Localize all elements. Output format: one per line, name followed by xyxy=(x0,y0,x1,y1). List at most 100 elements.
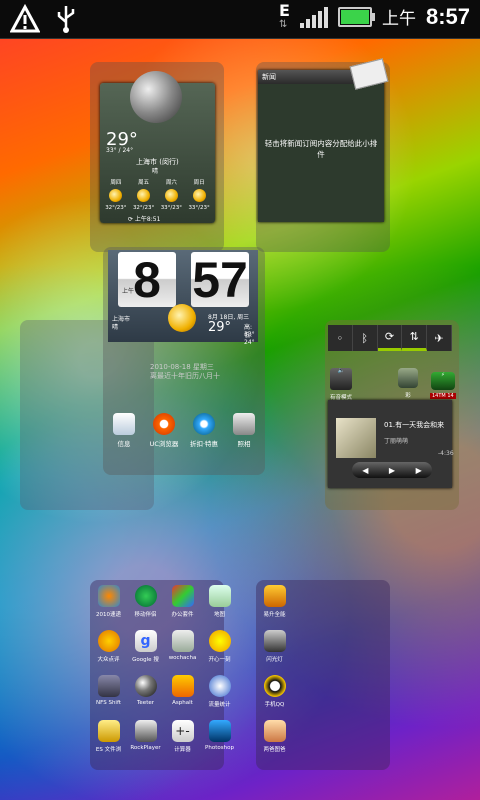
wifi-toggle-icon[interactable]: ◦ xyxy=(328,325,353,351)
app-es-file[interactable]: ES 文件浏 xyxy=(90,720,127,753)
app-camera[interactable]: 照相 xyxy=(224,413,264,448)
sound-mode-icon: 🔈 xyxy=(330,368,352,390)
wochacha-icon xyxy=(171,630,194,652)
status-bar[interactable]: E ⇅ 上午 8:57 xyxy=(0,0,480,39)
sun-icon xyxy=(109,189,123,202)
clock-time: 8:57 xyxy=(425,3,470,29)
app-teeter[interactable]: Teeter xyxy=(127,675,164,708)
app-2010-travel[interactable]: 2010速递 xyxy=(90,585,127,618)
sun-icon xyxy=(192,189,206,202)
music-app-icon xyxy=(263,585,286,607)
music-widget: 01.有一天我会和来 丁丽萌萌 -4:36 ◀ ▶ ▶ xyxy=(328,400,454,488)
maps-icon xyxy=(208,585,231,607)
office-suite-icon xyxy=(171,585,194,607)
warning-icon xyxy=(10,4,40,33)
moon-icon xyxy=(130,71,182,123)
photoshop-icon xyxy=(208,720,231,742)
app-photo[interactable]: 两爸图爸 xyxy=(256,720,293,753)
airplane-toggle-icon[interactable]: ✈ xyxy=(427,325,452,351)
news-widget: 新闻 轻击将新闻订阅内容分配给此小排件 xyxy=(258,58,389,222)
weather-widget: 29° 33° / 24° 上海市 (闵行) 晴 周四 32°/23° 周五 32°… xyxy=(100,71,215,223)
app-wochacha[interactable]: wochacha xyxy=(164,630,201,663)
app-qq[interactable]: 手机QQ xyxy=(256,675,293,708)
app-music[interactable]: 易升全能 xyxy=(256,585,293,618)
messages-icon xyxy=(113,413,135,435)
google-icon: g xyxy=(134,630,157,652)
calculator-icon: +- xyxy=(171,720,194,742)
weather-range: 33° / 24° xyxy=(106,147,134,154)
network-indicator: E ⇅ xyxy=(279,1,290,31)
forecast-day: 周日 33°/23° xyxy=(188,180,210,211)
asphalt-icon xyxy=(171,675,194,697)
screen4-app-grid: 2010速递 移动伴侣 办公套件 地图 大众点评 g Google 搜 wocha… xyxy=(90,585,238,753)
track-time: -4:36 xyxy=(438,450,454,457)
sun-icon xyxy=(168,304,196,332)
usb-icon xyxy=(57,6,75,33)
weather-update-time: ⟳ 上午8:51 xyxy=(128,216,161,223)
clock-low: 低: 24° xyxy=(244,332,255,346)
forecast-day: 周六 33°/23° xyxy=(160,180,183,211)
track-title: 01.有一天我会和来 xyxy=(384,421,445,429)
album-art xyxy=(336,418,376,458)
data-toggle-icon[interactable]: ⇅ xyxy=(402,325,428,351)
mobile-partner-icon xyxy=(134,585,157,607)
sun-icon xyxy=(137,189,151,202)
teeter-icon xyxy=(134,675,157,697)
app-contact[interactable]: 彩 xyxy=(398,368,418,399)
es-file-icon xyxy=(97,720,120,742)
app-uc-browser[interactable]: UC浏览器 xyxy=(144,413,184,448)
screen2-app-row: 信息 UC浏览器 折扣·特惠 照相 xyxy=(104,413,264,448)
app-dianping[interactable]: 大众点评 xyxy=(90,630,127,663)
app-photoshop[interactable]: Photoshop xyxy=(201,720,238,753)
app-ie[interactable]: 折扣·特惠 xyxy=(184,413,224,448)
app-calculator[interactable]: +- 计算器 xyxy=(164,720,201,753)
smiley-icon xyxy=(208,630,231,652)
app-messages[interactable]: 信息 xyxy=(104,413,144,448)
app-nfs-shift[interactable]: NFS Shift xyxy=(90,675,127,708)
app-mobile-partner[interactable]: 移动伴侣 xyxy=(127,585,164,618)
screen5-app-grid: 易升全能 闪光灯 手机QQ 两爸图爸 xyxy=(256,585,293,753)
ie-icon xyxy=(193,413,215,435)
app-smiley[interactable]: 开心一刻 xyxy=(201,630,238,663)
app-flashlight[interactable]: 闪光灯 xyxy=(256,630,293,663)
clock-minute: 57 xyxy=(191,252,249,308)
app-maps[interactable]: 地图 xyxy=(201,585,238,618)
ampm-label: 上午 xyxy=(381,9,416,29)
app-asphalt[interactable]: Asphalt xyxy=(164,675,201,708)
sun-icon xyxy=(164,189,178,202)
play-icon[interactable]: ▶ xyxy=(389,466,395,475)
next-icon[interactable]: ▶ xyxy=(416,466,422,475)
previous-icon[interactable]: ◀ xyxy=(362,466,368,475)
quick-settings-widget: ◦ ᛒ ⟳ ⇅ ✈ xyxy=(328,325,452,351)
bluetooth-toggle-icon[interactable]: ᛒ xyxy=(353,325,378,351)
signal-strength-icon xyxy=(299,6,328,28)
forecast-day: 周五 32°/23° xyxy=(132,180,155,211)
weather-condition: 晴 xyxy=(152,168,159,175)
forecast-day: 周四 32°/23° xyxy=(105,180,127,211)
dianping-icon xyxy=(97,630,120,652)
app-sound-mode[interactable]: 🔈 有音模式 xyxy=(330,368,352,401)
rockplayer-icon xyxy=(134,720,157,742)
nfs-shift-icon xyxy=(97,675,120,697)
app-battery-widget[interactable]: ⚡ 14TM 14 xyxy=(430,372,456,399)
note-line-2: 离最近十年旧历八月十 xyxy=(150,372,220,380)
clock-ampm: 上午 xyxy=(122,288,135,295)
sync-toggle-icon[interactable]: ⟳ xyxy=(377,325,403,351)
clock-temp: 29° xyxy=(208,320,232,335)
flashlight-icon xyxy=(263,630,286,652)
battery-widget-icon: ⚡ xyxy=(430,372,455,390)
app-rockplayer[interactable]: RockPlayer xyxy=(127,720,164,753)
clock-condition: 晴 xyxy=(112,324,119,331)
app-traffic-stats[interactable]: 流量统计 xyxy=(201,675,238,708)
camera-icon xyxy=(233,413,255,435)
contact-icon xyxy=(398,368,418,388)
clock-widget: 8 上午 57 上海市 晴 8月 18日, 周三 29° 高: 33° 低: 2… xyxy=(108,250,258,346)
uc-browser-icon xyxy=(153,413,175,435)
app-office-suite[interactable]: 办公套件 xyxy=(164,585,201,618)
player-controls: ◀ ▶ ▶ xyxy=(352,462,432,478)
app-google[interactable]: g Google 搜 xyxy=(127,630,164,663)
travel-icon xyxy=(97,585,120,607)
battery-icon xyxy=(337,6,375,27)
photo-app-icon xyxy=(263,720,286,742)
clock-hour: 8 xyxy=(118,252,176,308)
